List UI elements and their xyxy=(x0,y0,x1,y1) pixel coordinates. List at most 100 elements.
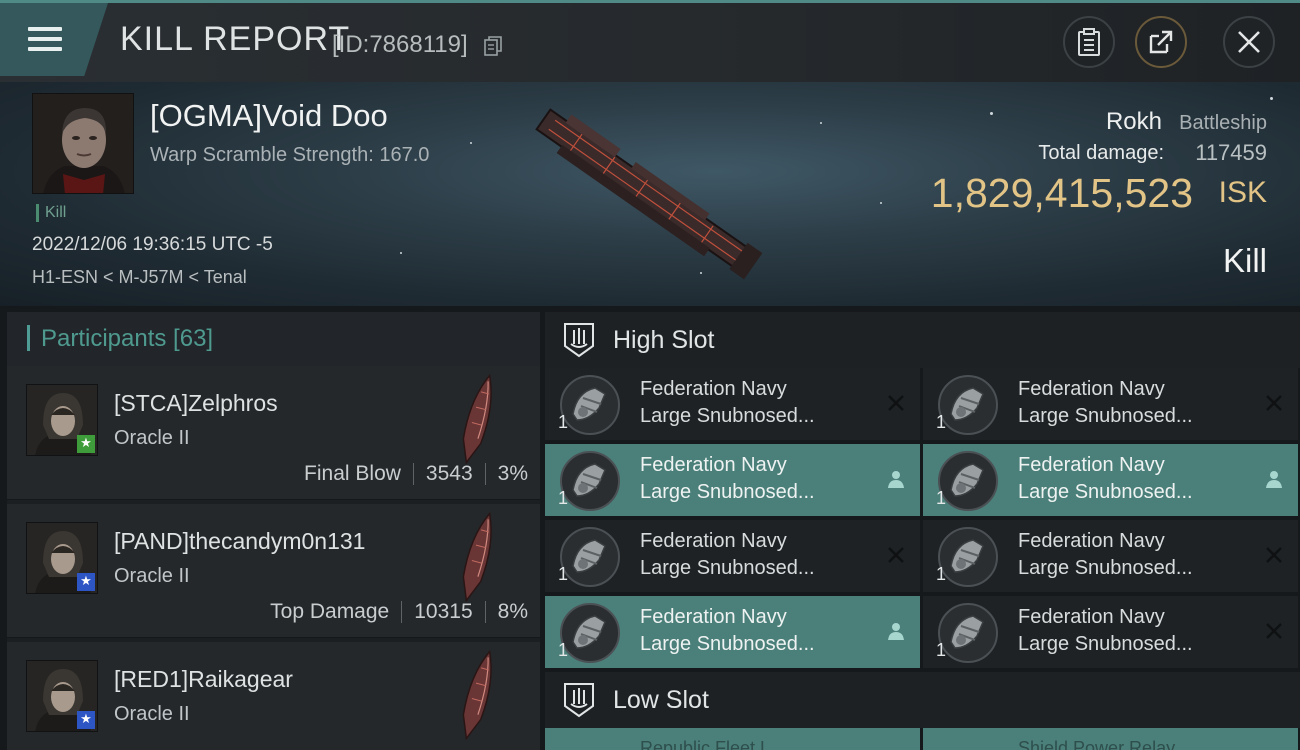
module-turret-icon xyxy=(937,602,999,664)
low-slot-module[interactable]: Republic Fleet L... xyxy=(545,728,920,750)
low-slot-icon xyxy=(564,683,594,718)
module-quantity: 1 xyxy=(558,488,569,508)
participant-role-label: Final Blow xyxy=(304,462,401,485)
module-name-line2: Large Snubnosed... xyxy=(640,405,815,427)
low-slot-title: Low Slot xyxy=(613,686,709,714)
kill-location[interactable]: H1-ESN < M-J57M < Tenal xyxy=(32,267,247,288)
header-accent xyxy=(27,325,30,351)
person-icon xyxy=(886,469,906,489)
high-slot-header: High Slot xyxy=(545,312,1300,368)
participant-avatar[interactable]: ★ xyxy=(26,384,98,456)
ship-render[interactable] xyxy=(520,104,780,284)
person-icon xyxy=(886,621,906,641)
participant-avatar[interactable]: ★ xyxy=(26,522,98,594)
participant-stats: Top Damage 10315 8% xyxy=(270,600,528,624)
close-icon xyxy=(1238,31,1260,53)
high-slot-title: High Slot xyxy=(613,326,715,354)
fitting-panel: High Slot 1 Federation Navy Large Snubnose… xyxy=(545,312,1300,750)
participant-stats: Final Blow 3543 3% xyxy=(304,462,528,486)
participant-ship: Oracle II xyxy=(114,565,190,587)
total-damage-value: 117459 xyxy=(1195,140,1267,165)
module-name-line1: Federation Navy xyxy=(640,378,787,400)
clipboard-button[interactable] xyxy=(1063,16,1115,68)
participants-title: Participants [63] xyxy=(41,325,214,352)
header-accent-line xyxy=(0,0,1300,3)
high-slot-module[interactable]: 1 Federation Navy Large Snubnosed... xyxy=(545,444,920,516)
high-slot-module[interactable]: 1 Federation Navy Large Snubnosed... xyxy=(545,596,920,668)
participant-name[interactable]: [PAND]thecandym0n131 xyxy=(114,528,365,555)
module-turret-icon xyxy=(937,526,999,588)
participants-header[interactable]: Participants [63] xyxy=(7,312,540,366)
module-name-line1: Federation Navy xyxy=(640,606,787,628)
x-mark-icon xyxy=(1264,393,1284,413)
module-turret-icon xyxy=(937,374,999,436)
high-slot-module[interactable]: 1 Federation Navy Large Snubnosed... xyxy=(923,368,1298,440)
participant-role-label: Top Damage xyxy=(270,600,390,623)
person-icon xyxy=(1264,469,1284,489)
share-button[interactable] xyxy=(1135,16,1187,68)
module-turret-icon xyxy=(559,450,621,512)
module-name-line1: Federation Navy xyxy=(1018,530,1165,552)
high-slot-module[interactable]: 1 Federation Navy Large Snubnosed... xyxy=(923,596,1298,668)
module-name-line2: Large Snubnosed... xyxy=(640,633,815,655)
victim-portrait[interactable] xyxy=(32,93,134,194)
module-name-line1: Federation Navy xyxy=(1018,606,1165,628)
module-name-line2: Large Snubnosed... xyxy=(1018,405,1193,427)
x-mark-icon xyxy=(886,545,906,565)
victim-ship-name[interactable]: Rokh xyxy=(1106,108,1162,136)
module-quantity: 1 xyxy=(936,412,947,432)
participant-row[interactable]: ★ [RED1]Raikagear Oracle II xyxy=(7,642,540,750)
participant-row[interactable]: ★ [PAND]thecandym0n131 Oracle II Top Damage… xyxy=(7,504,540,638)
clipboard-icon xyxy=(1078,28,1100,56)
close-button[interactable] xyxy=(1223,16,1275,68)
participant-row[interactable]: ★ [STCA]Zelphros Oracle II Final Blow 3543 3% xyxy=(7,366,540,500)
total-damage-label: Total damage: xyxy=(1038,142,1164,164)
ship-icon[interactable] xyxy=(455,648,501,742)
module-quantity: 1 xyxy=(558,640,569,660)
module-name-line1: Federation Navy xyxy=(1018,454,1165,476)
participant-avatar[interactable]: ★ xyxy=(26,660,98,732)
isk-value: 1,829,415,523 xyxy=(930,170,1193,216)
turret-slot-icon xyxy=(564,323,594,358)
low-slot-module[interactable]: Shield Power Relay... xyxy=(923,728,1298,750)
victim-name[interactable]: [OGMA]Void Doo xyxy=(150,98,388,134)
high-slot-module[interactable]: 1 Federation Navy Large Snubnosed... xyxy=(545,520,920,592)
participants-panel: Participants [63] ★ [STCA]Zelphros Oracle … xyxy=(7,312,540,750)
module-name-line2: Large Snubnosed... xyxy=(640,557,815,579)
high-slot-module[interactable]: 1 Federation Navy Large Snubnosed... xyxy=(923,444,1298,516)
high-slot-module[interactable]: 1 Federation Navy Large Snubnosed... xyxy=(923,520,1298,592)
module-name-line1: Federation Navy xyxy=(1018,378,1165,400)
module-name-line1: Federation Navy xyxy=(640,530,787,552)
module-name-line2: Large Snubnosed... xyxy=(1018,481,1193,503)
kill-tag: Kill xyxy=(36,204,66,222)
high-slot-module[interactable]: 1 Federation Navy Large Snubnosed... xyxy=(545,368,920,440)
participant-name[interactable]: [STCA]Zelphros xyxy=(114,390,278,417)
module-quantity: 1 xyxy=(936,640,947,660)
x-mark-icon xyxy=(1264,621,1284,641)
module-turret-icon xyxy=(559,602,621,664)
ship-icon[interactable] xyxy=(455,510,501,604)
title-bar: KILL REPORT [ID:7868119] xyxy=(0,0,1300,82)
menu-button[interactable] xyxy=(0,3,108,76)
module-name-line1: Federation Navy xyxy=(640,454,787,476)
result-label: Kill xyxy=(1222,242,1267,279)
module-name-line2: Large Snubnosed... xyxy=(640,481,815,503)
alliance-badge-icon: ★ xyxy=(77,435,95,453)
low-module-name: Republic Fleet L... xyxy=(640,738,786,750)
module-turret-icon xyxy=(559,374,621,436)
module-name-line2: Large Snubnosed... xyxy=(1018,557,1193,579)
module-quantity: 1 xyxy=(558,412,569,432)
x-mark-icon xyxy=(1264,545,1284,565)
participant-ship: Oracle II xyxy=(114,427,190,449)
participant-percent: 8% xyxy=(497,600,528,623)
copy-icon[interactable] xyxy=(484,36,502,56)
module-quantity: 1 xyxy=(936,488,947,508)
participant-name[interactable]: [RED1]Raikagear xyxy=(114,666,293,693)
module-name-line2: Large Snubnosed... xyxy=(1018,633,1193,655)
alliance-badge-icon: ★ xyxy=(77,711,95,729)
low-module-name: Shield Power Relay... xyxy=(1018,738,1189,750)
victim-ship-class: Battleship xyxy=(1179,112,1267,134)
ship-icon[interactable] xyxy=(455,372,501,466)
module-quantity: 1 xyxy=(558,564,569,584)
participant-percent: 3% xyxy=(497,462,528,485)
